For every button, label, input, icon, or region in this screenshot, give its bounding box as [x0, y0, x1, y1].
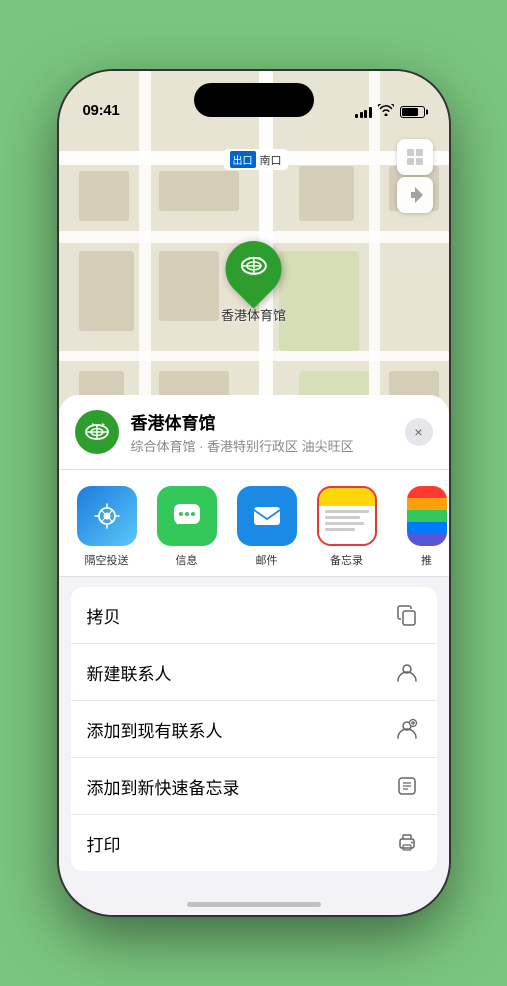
- close-button[interactable]: ×: [405, 418, 433, 446]
- airdrop-icon: [77, 486, 137, 546]
- messages-icon: [157, 486, 217, 546]
- battery-icon: [400, 106, 425, 118]
- print-label: 打印: [87, 831, 121, 856]
- exit-name: 南口: [260, 152, 282, 168]
- action-list: 拷贝 新建联系人: [71, 587, 437, 871]
- notes-label: 备忘录: [330, 552, 363, 568]
- action-copy[interactable]: 拷贝: [71, 587, 437, 644]
- share-messages[interactable]: 信息: [147, 486, 227, 568]
- location-button[interactable]: [397, 177, 433, 213]
- action-print[interactable]: 打印: [71, 815, 437, 871]
- home-indicator: [187, 902, 321, 907]
- add-existing-icon: [393, 715, 421, 743]
- action-new-contact[interactable]: 新建联系人: [71, 644, 437, 701]
- more-label: 推: [421, 552, 432, 568]
- phone-screen: 09:41: [59, 71, 449, 915]
- mail-icon: [237, 486, 297, 546]
- notes-icon: [317, 486, 377, 546]
- new-contact-label: 新建联系人: [87, 660, 172, 685]
- map-controls: [397, 139, 433, 213]
- phone-frame: 09:41: [59, 71, 449, 915]
- share-more[interactable]: 推: [387, 486, 449, 568]
- map-type-button[interactable]: [397, 139, 433, 175]
- location-description: 综合体育馆 · 香港特别行政区 油尖旺区: [131, 436, 393, 455]
- location-card-icon: [75, 410, 119, 454]
- exit-number: 出口: [230, 151, 256, 168]
- status-time: 09:41: [83, 102, 120, 119]
- messages-label: 信息: [176, 552, 198, 568]
- stadium-pin-icon: [239, 252, 267, 287]
- status-icons: [355, 104, 425, 119]
- copy-icon: [393, 601, 421, 629]
- share-airdrop[interactable]: 隔空投送: [67, 486, 147, 568]
- action-add-existing[interactable]: 添加到现有联系人: [71, 701, 437, 758]
- action-quick-note[interactable]: 添加到新快速备忘录: [71, 758, 437, 815]
- location-card: 香港体育馆 综合体育馆 · 香港特别行政区 油尖旺区 ×: [59, 395, 449, 470]
- wifi-icon: [378, 104, 394, 119]
- airdrop-label: 隔空投送: [85, 552, 129, 568]
- print-icon: [393, 829, 421, 857]
- dynamic-island: [194, 83, 314, 117]
- location-info: 香港体育馆 综合体育馆 · 香港特别行政区 油尖旺区: [131, 409, 393, 455]
- more-icon: [407, 486, 447, 546]
- share-mail[interactable]: 邮件: [227, 486, 307, 568]
- mail-label: 邮件: [256, 552, 278, 568]
- bottom-sheet: 香港体育馆 综合体育馆 · 香港特别行政区 油尖旺区 ×: [59, 395, 449, 915]
- quick-note-icon: [393, 772, 421, 800]
- share-notes[interactable]: 备忘录: [307, 486, 387, 568]
- new-contact-icon: [393, 658, 421, 686]
- copy-label: 拷贝: [87, 603, 121, 628]
- add-existing-label: 添加到现有联系人: [87, 717, 223, 742]
- map-exit-label: 出口 南口: [224, 149, 288, 170]
- signal-bars-icon: [355, 106, 372, 118]
- quick-note-label: 添加到新快速备忘录: [87, 774, 240, 799]
- share-row: 隔空投送 信息: [59, 470, 449, 577]
- stadium-marker[interactable]: 香港体育馆: [221, 241, 286, 324]
- location-name: 香港体育馆: [131, 409, 393, 434]
- stadium-pin: [214, 229, 293, 308]
